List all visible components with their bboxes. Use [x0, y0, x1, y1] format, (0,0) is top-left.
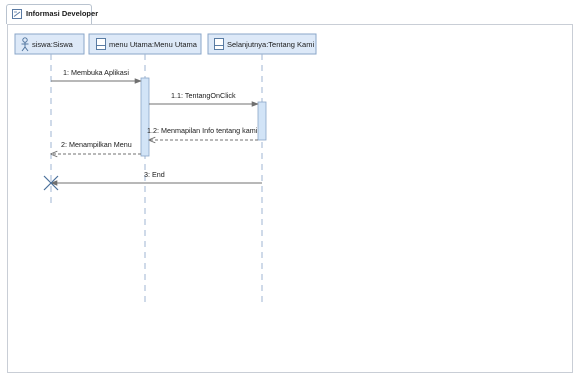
message-2-label: 2: Menampilkan Menu: [61, 140, 132, 149]
sequence-diagram-icon: [12, 9, 22, 19]
lifeline-menu-label: menu Utama:Menu Utama: [109, 40, 198, 49]
activation-tentang: [257, 101, 267, 141]
message-1-1[interactable]: 1.1: TentangOnClick: [149, 91, 259, 107]
message-1-1-label: 1.1: TentangOnClick: [171, 91, 236, 100]
message-3-label: 3: End: [144, 170, 165, 179]
tab-strip: Informasi Developer: [0, 0, 582, 25]
lifeline-siswa[interactable]: siswa:Siswa: [14, 33, 85, 205]
diagram-canvas[interactable]: siswa:Siswa menu Utama:Menu Utama Selanj…: [7, 24, 573, 373]
lifeline-siswa-label: siswa:Siswa: [32, 40, 74, 49]
tab-informasi-developer[interactable]: Informasi Developer: [6, 4, 98, 24]
message-3[interactable]: 3: End: [50, 170, 262, 186]
boundary-class-icon: [214, 38, 224, 50]
activation-menu: [140, 77, 150, 157]
sequence-diagram: siswa:Siswa menu Utama:Menu Utama Selanj…: [14, 33, 317, 303]
tab-title: Informasi Developer: [26, 9, 99, 18]
message-1-label: 1: Membuka Aplikasi: [63, 68, 129, 77]
message-1[interactable]: 1: Membuka Aplikasi: [51, 68, 142, 84]
lifeline-tentang-label: Selanjutnya:Tentang Kami: [227, 40, 314, 49]
boundary-class-icon: [96, 38, 106, 50]
lifeline-tentang[interactable]: Selanjutnya:Tentang Kami: [207, 33, 317, 303]
message-1-2[interactable]: 1.2: Menmapilan Info tentang kami: [147, 126, 258, 140]
message-1-2-label: 1.2: Menmapilan Info tentang kami: [147, 126, 258, 135]
message-2[interactable]: 2: Menampilkan Menu: [51, 140, 141, 154]
